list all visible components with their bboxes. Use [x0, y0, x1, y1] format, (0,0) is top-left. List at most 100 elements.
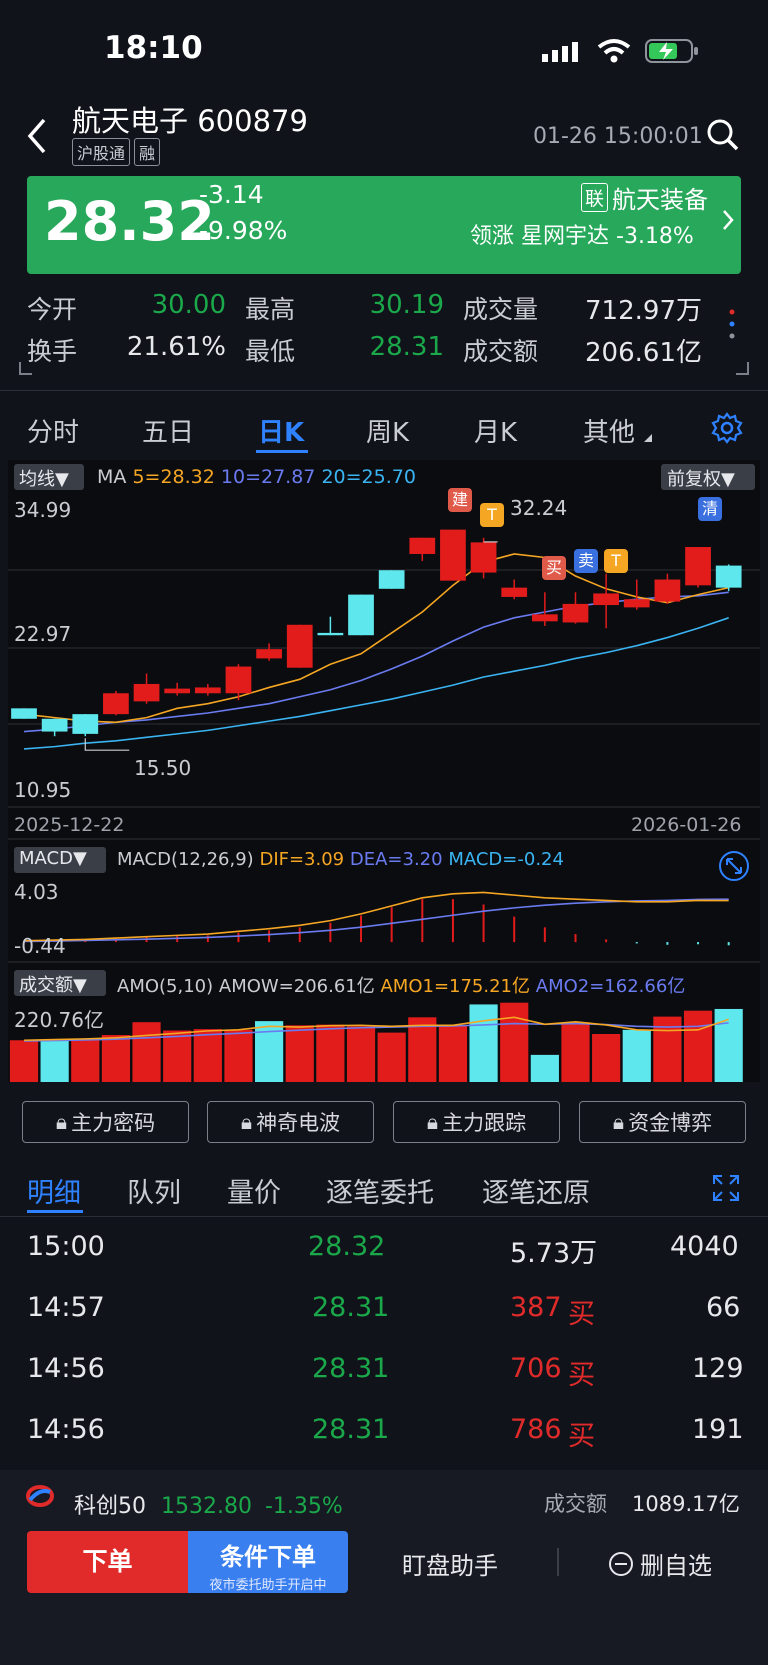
watch-assistant-button[interactable]: 盯盘助手 — [402, 1546, 498, 1581]
ma20-series — [23, 617, 729, 750]
amount-bar — [346, 1026, 376, 1082]
amount-bar — [101, 1035, 131, 1082]
index-ticker[interactable]: 科创50 1532.80 -1.35% — [74, 1488, 343, 1520]
amount-bar — [683, 1010, 713, 1082]
trade-count: 66 — [706, 1292, 741, 1323]
candles — [11, 529, 742, 751]
macd-y-top: 4.03 — [14, 880, 59, 904]
amo-1: AMO1=175.21亿 — [380, 976, 531, 997]
candle-body — [133, 683, 160, 702]
tab-volume-price[interactable]: 量价 — [227, 1171, 281, 1210]
index-value: 1532.80 — [161, 1494, 252, 1519]
candle-body — [11, 708, 37, 719]
tab-tick-replay[interactable]: 逐笔还原 — [482, 1171, 590, 1210]
amount-bar — [592, 1034, 621, 1082]
amount-bar — [163, 1030, 192, 1082]
ma-toggle[interactable]: 均线▼ — [14, 464, 84, 490]
amount-bar — [469, 1004, 498, 1082]
amount-bar — [71, 1038, 100, 1082]
feature-button-tracking[interactable]: 🔒︎ 主力跟踪 — [393, 1101, 560, 1143]
signal-clear-badge[interactable]: 清 — [698, 497, 722, 521]
ma5-line — [23, 553, 729, 724]
trade-volume: 706 — [510, 1353, 562, 1384]
ma10-line — [23, 591, 729, 733]
trade-time: 15:00 — [27, 1231, 105, 1262]
remove-watchlist-button[interactable]: 删自选 — [608, 1546, 712, 1581]
signal-build-badge[interactable]: 建 — [448, 488, 472, 512]
feature-label: 资金博弈 — [628, 1111, 713, 1135]
ma5-series — [23, 553, 729, 724]
trade-price: 28.32 — [308, 1231, 386, 1262]
amount-bar — [438, 1025, 468, 1082]
conditional-order-button[interactable]: 条件下单 夜市委托助手开启中 — [188, 1531, 348, 1593]
ma10-value: 10=27.87 — [220, 466, 316, 488]
order-button[interactable]: 下单 — [27, 1531, 188, 1593]
candle-body — [286, 624, 313, 668]
amount-y-top: 220.76亿 — [14, 1008, 104, 1032]
index-amount: 1089.17亿 — [632, 1492, 740, 1516]
tab-tick-orders[interactable]: 逐笔委托 — [326, 1171, 434, 1210]
ma20-line — [23, 617, 729, 750]
low-marker-label: 15.50 — [134, 756, 192, 780]
dea-series — [23, 898, 729, 943]
signal-buy-badge[interactable]: 买 — [542, 556, 566, 580]
candle-body — [256, 649, 282, 659]
feature-button-wave[interactable]: 🔒︎ 神奇电波 — [207, 1101, 374, 1143]
trade-side: 买 — [568, 1299, 595, 1330]
signal-t-badge[interactable]: T — [480, 503, 504, 527]
amount-toggle[interactable]: 成交额▼ — [14, 970, 106, 996]
candle-body — [715, 565, 742, 588]
fullscreen-icon[interactable] — [712, 1174, 740, 1202]
candle-body — [164, 688, 191, 694]
lock-icon: 🔒︎ — [240, 1109, 253, 1134]
amo-w: AMOW=206.61亿 — [218, 976, 375, 997]
macd-y-bottom: -0.44 — [14, 934, 66, 958]
trade-row: 14:57 28.31 387 买 66 — [0, 1278, 768, 1338]
tab-detail[interactable]: 明细 — [27, 1171, 81, 1210]
macd-value: MACD=-0.24 — [448, 849, 564, 870]
signal-t-badge[interactable]: T — [604, 549, 628, 573]
y-axis-mid: 22.97 — [14, 622, 72, 646]
candle-body — [623, 599, 650, 608]
macd-toggle[interactable]: MACD▼ — [14, 847, 106, 873]
trade-side: 买 — [568, 1421, 595, 1452]
date-end: 2026-01-26 — [631, 814, 742, 836]
feature-label: 主力跟踪 — [442, 1111, 527, 1135]
trade-volume: 5.73万 — [510, 1238, 598, 1269]
candle-body — [501, 587, 528, 597]
feature-button-main-code[interactable]: 🔒︎ 主力密码 — [22, 1101, 189, 1143]
expand-diagonal-icon[interactable] — [718, 850, 750, 882]
cond-order-label: 条件下单 — [220, 1543, 316, 1571]
candle-body — [348, 594, 374, 636]
lock-icon: 🔒︎ — [612, 1109, 625, 1134]
amount-bar — [377, 1032, 406, 1082]
trade-row: 15:00 28.32 5.73万 4040 — [0, 1217, 768, 1277]
candle-body — [531, 614, 558, 622]
amount-panel — [9, 1002, 743, 1082]
tab-queue[interactable]: 队列 — [127, 1171, 181, 1210]
trade-count: 191 — [692, 1414, 744, 1445]
amount-bar — [224, 1029, 253, 1082]
macd-params: MACD(12,26,9) — [117, 849, 254, 870]
amount-legend: AMO(5,10) AMOW=206.61亿 AMO1=175.21亿 AMO2… — [117, 972, 685, 998]
amount-bar — [193, 1029, 222, 1082]
ma10-series — [23, 591, 729, 733]
y-axis-bottom: 10.95 — [14, 778, 72, 802]
grid-lines — [8, 569, 760, 963]
trade-side: 买 — [568, 1360, 595, 1391]
adjust-toggle[interactable]: 前复权▼ — [661, 464, 755, 490]
feature-label: 主力密码 — [71, 1111, 156, 1135]
macd-legend: MACD(12,26,9) DIF=3.09 DEA=3.20 MACD=-0.… — [117, 849, 564, 870]
kline-chart[interactable] — [0, 0, 768, 1100]
index-name: 科创50 — [74, 1494, 146, 1519]
trade-time: 14:57 — [27, 1292, 105, 1323]
lock-icon: 🔒︎ — [426, 1109, 439, 1134]
candle-body — [562, 603, 589, 623]
signal-sell-badge[interactable]: 卖 — [574, 549, 598, 573]
feature-button-capital[interactable]: 🔒︎ 资金博弈 — [579, 1101, 746, 1143]
active-detail-indicator — [27, 1210, 83, 1213]
feature-label: 神奇电波 — [256, 1111, 341, 1135]
trade-row: 14:56 28.31 706 买 129 — [0, 1339, 768, 1399]
amount-bar — [530, 1054, 559, 1082]
trade-price: 28.31 — [312, 1414, 390, 1445]
